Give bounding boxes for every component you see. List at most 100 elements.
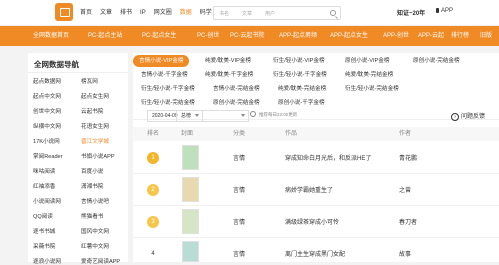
app-link[interactable]: APP [436,8,453,14]
sort-select[interactable]: 总榜 [176,110,249,122]
rank-number: 4 [151,251,155,257]
nav-circle[interactable]: 网文圈 [154,0,172,26]
tag-chip[interactable]: 原创小说-千字金榜 [278,97,325,109]
tag-chip[interactable]: 纯爱/耽美-完结金榜 [345,69,393,81]
sidebar-item[interactable]: 逐书书城 [33,227,55,235]
sort-value: 总榜 [181,113,192,119]
orange-nav-item[interactable]: PC-起点主站 [88,26,122,46]
sidebar-item[interactable]: 书旗小说APP [81,152,115,160]
table-row[interactable]: 1 言情 穿成知命白月光后，和反派HE了 青花鹏 [133,142,499,174]
nav-articles[interactable]: 文章 [100,0,112,26]
sidebar-item[interactable]: 17K小说网 [33,137,60,145]
tag-chip[interactable]: 衍生/轻小说-完结金榜 [345,83,399,95]
orange-nav-item[interactable]: 排行榜 [451,26,469,46]
row-title[interactable]: 满级绿茶穿成小可怜 [285,217,339,226]
nav-code[interactable]: 码学 [200,0,212,26]
tag-chip[interactable]: 言情小说-千字金榜 [141,69,188,81]
sidebar-item[interactable]: 起点中文网 [33,92,61,100]
orange-nav-item[interactable]: PC-起点女生 [142,26,176,46]
search-seg-article[interactable]: 文章 [242,10,252,17]
sidebar-item[interactable]: 掌阅Reader [33,152,63,160]
sidebar-item[interactable]: QQ阅读 [33,212,53,220]
search-seg-book[interactable]: 书名 [219,10,229,17]
sidebar-item[interactable]: 纵横中文网 [33,122,61,130]
search-icon[interactable] [330,10,336,16]
table-row[interactable]: 3 言情 满级绿茶穿成小可怜 春刀者 [133,206,499,238]
tag-chip[interactable]: 纯爱/耽美-千字金榜 [205,69,253,81]
orange-nav-item[interactable]: PC-云起书院 [230,26,264,46]
sidebar-item[interactable]: 小说阅读网 [33,197,61,205]
tag-chip[interactable]: 纯爱/耽美-VIP金榜 [205,55,251,67]
nav-ip[interactable]: IP [140,0,146,26]
orange-nav-item[interactable]: APP-云起 [418,26,444,46]
book-cover[interactable] [182,209,199,234]
search-input[interactable]: 书名 文章 用户 [213,6,341,20]
sidebar-item[interactable]: 熊猫看书 [81,212,103,220]
sidebar-item[interactable]: 红薯中文网 [81,242,109,250]
row-author[interactable]: 之曾 [399,185,411,194]
feedback-link[interactable]: 问题反馈 [451,111,485,121]
sidebar-item[interactable]: 咪咕阅读 [33,167,55,175]
tag-chip[interactable]: 衍生/轻小说-千字金榜 [273,69,327,81]
orange-nav-item[interactable]: APP-起点男频 [279,26,317,46]
sidebar-item[interactable]: 起点女生网 [81,92,109,100]
nav-books[interactable]: 排书 [120,0,132,26]
sidebar-item[interactable]: 逐浪小说网 [33,257,61,265]
sidebar-item[interactable]: 榜瓦网 [81,77,98,85]
sidebar-item-active[interactable]: 晋江文学城 [81,137,109,145]
sidebar-item[interactable]: 国风中文网 [81,227,109,235]
sidebar-item[interactable]: 百度小说 [81,167,103,175]
row-category: 言情 [233,188,246,194]
rank-badge: 1 [147,152,159,164]
row-author[interactable]: 春刀者 [399,217,417,226]
data-nav-bar: 全网数据首页 PC-起点主站 PC-起点女生 PC-创世 PC-云起书院 APP… [0,26,499,46]
tag-chip[interactable]: 原创小说-完结金榜 [413,55,460,67]
sidebar-item[interactable]: 言情小说吧 [81,197,109,205]
sidebar-item[interactable]: 起点数据网 [33,77,61,85]
row-author[interactable]: 青花鹏 [399,153,417,162]
row-title[interactable]: 穿成知命白月光后，和反派HE了 [285,153,371,162]
tag-chip[interactable]: 衍生/轻小说-千字金榜 [141,83,195,95]
row-category: 言情 [233,220,246,226]
tag-chip[interactable]: 原创小说-VIP金榜 [345,55,389,67]
info-icon [250,111,256,117]
book-cover[interactable] [182,177,199,202]
nav-home[interactable]: 首页 [80,0,92,26]
book-cover[interactable] [182,241,199,262]
vip-link[interactable]: 知证~20年 [397,8,425,17]
tag-chip[interactable]: 衍生/轻小说-完结金榜 [141,97,195,109]
search-seg-user[interactable]: 用户 [265,10,275,17]
sidebar-item[interactable]: 采薇书院 [33,242,55,250]
orange-nav-item[interactable]: 旧版 [480,26,492,46]
row-title[interactable]: 离门主生穿成黑门女配 [285,249,345,258]
rank-badge: 2 [147,184,159,196]
nav-data[interactable]: 数据 [180,0,192,26]
orange-nav-item[interactable]: PC-创世 [197,26,219,46]
table-row[interactable]: 4 言情 离门主生穿成黑门女配 故事 [133,238,499,262]
row-author[interactable]: 故事 [399,249,411,258]
sidebar-item[interactable]: 潇湘书院 [81,182,103,190]
site-logo-icon[interactable] [55,3,73,21]
tag-chip[interactable]: 纯爱/耽美-完结金榜 [278,83,326,95]
rank-badge: 3 [147,216,159,228]
book-cover[interactable] [182,145,199,170]
sidebar-item[interactable]: 创世中文网 [33,107,61,115]
tag-chip-active[interactable]: 言情小说-VIP金榜 [133,55,190,67]
col-category: 分类 [233,131,246,137]
tag-chip[interactable]: 言情小说-完结金榜 [213,83,260,95]
orange-nav-item[interactable]: 全网数据首页 [33,26,69,46]
sidebar-item[interactable]: 爱奇艺阅读APP [81,257,120,265]
tag-chip[interactable]: 原创小说-完结金榜 [213,97,260,109]
top-nav: 首页 文章 排书 IP 网文圈 数据 码学 [80,0,220,26]
orange-nav-item[interactable]: APP-起点女生 [330,26,368,46]
table-header: 排名 封面 分类 作品 作者 [133,127,499,141]
chevron-down-icon [241,114,245,117]
orange-nav-item[interactable]: APP-创世 [383,26,409,46]
sidebar-item[interactable]: 云起书院 [81,107,103,115]
tag-chip[interactable]: 衍生/轻小说-VIP金榜 [273,55,325,67]
ranking-panel: 言情小说-VIP金榜 纯爱/耽美-VIP金榜 衍生/轻小说-VIP金榜 原创小说… [133,53,499,262]
sidebar-item[interactable]: 花语女生网 [81,122,109,130]
row-title[interactable]: 病娇学霸她重生了 [285,185,333,194]
sidebar-item[interactable]: 红袖添香 [33,182,55,190]
table-row[interactable]: 2 言情 病娇学霸她重生了 之曾 [133,174,499,206]
